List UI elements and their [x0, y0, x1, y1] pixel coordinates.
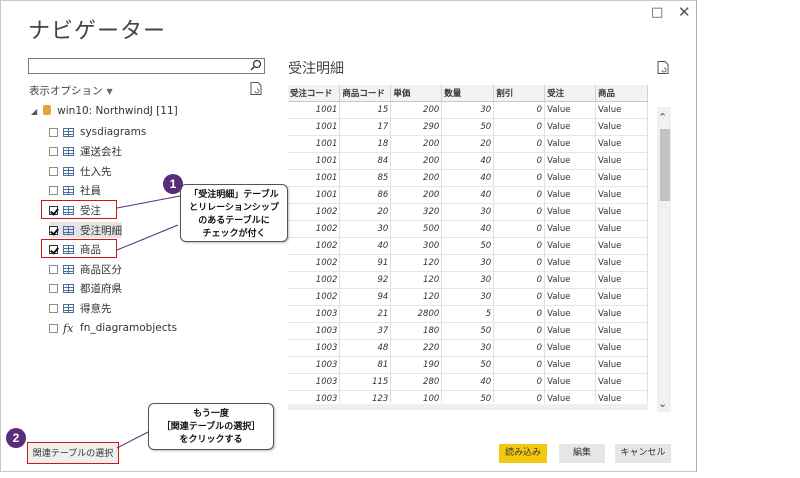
callout1-line: 「受注明細」テーブル	[189, 190, 279, 200]
step-badge-1: 1	[163, 174, 183, 194]
callout2-line: ［関連テーブルの選択］	[161, 422, 261, 432]
callout2-line: をクリックする	[179, 435, 243, 445]
callout1-line: チェックが付く	[202, 229, 266, 239]
callout1-line: とリレーションシップ	[189, 203, 279, 213]
callout-relationship-note: 「受注明細」テーブル とリレーションシップ のあるテーブルに チェックが付く	[180, 184, 288, 242]
callout-click-related: もう一度 ［関連テーブルの選択］ をクリックする	[148, 403, 274, 450]
callout2-line: もう一度	[193, 409, 229, 419]
annotation-leader-lines	[116, 194, 186, 449]
step-badge-2: 2	[6, 428, 26, 448]
callout1-line: のあるテーブルに	[198, 216, 270, 226]
